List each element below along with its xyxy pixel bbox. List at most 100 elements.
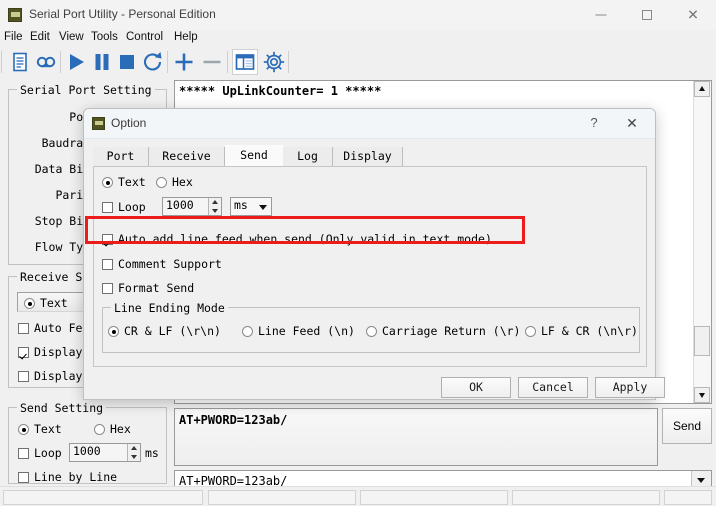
tab-log[interactable]: Log xyxy=(283,147,333,166)
stop-icon[interactable] xyxy=(115,50,139,74)
option-dialog-close-button[interactable]: ✕ xyxy=(615,109,649,137)
radio-indicator xyxy=(366,326,377,337)
radio-label: Hex xyxy=(110,422,131,436)
send-mode-text-radio[interactable]: Text xyxy=(18,422,62,436)
maximize-button[interactable] xyxy=(624,0,670,30)
scroll-down-icon[interactable] xyxy=(694,387,710,403)
spinner-down-icon[interactable] xyxy=(131,455,137,459)
option-dialog-titlebar: Option ? ✕ xyxy=(84,109,655,139)
checkbox-indicator xyxy=(102,202,113,213)
auto-add-line-feed-checkbox[interactable]: Auto add line feed when send (Only valid… xyxy=(102,232,492,246)
send-loop-interval-input[interactable]: 1000 xyxy=(69,443,141,462)
tab-send[interactable]: Send xyxy=(225,145,283,166)
radio-indicator xyxy=(94,424,105,435)
scroll-up-icon[interactable] xyxy=(694,81,710,97)
new-file-icon[interactable] xyxy=(8,50,32,74)
help-button[interactable]: ? xyxy=(579,109,609,137)
menu-edit[interactable]: Edit xyxy=(30,31,50,43)
send-line-by-line-checkbox[interactable]: Line by Line xyxy=(18,470,117,484)
toolbar-separator xyxy=(227,51,228,73)
checkbox-label: Comment Support xyxy=(118,257,222,271)
tab-port[interactable]: Port xyxy=(93,147,149,166)
receive-display-checkbox-1[interactable]: Display xyxy=(18,345,82,359)
send-format-hex-radio[interactable]: Hex xyxy=(156,175,193,189)
tab-receive[interactable]: Receive xyxy=(149,147,225,166)
app-icon xyxy=(8,8,22,22)
send-button[interactable]: Send xyxy=(662,408,712,444)
spinner-up-icon[interactable] xyxy=(212,200,218,204)
checkbox-label: Display xyxy=(34,345,83,359)
status-cell-3 xyxy=(360,490,508,505)
play-icon[interactable] xyxy=(64,50,88,74)
close-button[interactable]: ✕ xyxy=(670,0,716,30)
comment-support-checkbox[interactable]: Comment Support xyxy=(102,257,222,271)
checkbox-indicator xyxy=(102,259,113,270)
option-loop-unit-value: ms xyxy=(234,198,248,212)
radio-label: Carriage Return (\r) xyxy=(382,324,521,338)
tab-display[interactable]: Display xyxy=(333,147,403,166)
checkbox-indicator xyxy=(102,234,113,245)
remove-icon[interactable] xyxy=(200,50,224,74)
window-titlebar: Serial Port Utility - Personal Edition ✕ xyxy=(0,0,716,31)
window-title: Serial Port Utility - Personal Edition xyxy=(29,7,216,21)
pause-icon[interactable] xyxy=(90,50,114,74)
send-format-text-radio[interactable]: Text xyxy=(102,175,146,189)
toolbar-separator xyxy=(167,51,168,73)
checkbox-label: Loop xyxy=(34,446,62,460)
receive-display-text: ***** UpLinkCounter= 1 ***** xyxy=(179,84,382,98)
toolbar-separator xyxy=(60,51,61,73)
menu-file[interactable]: File xyxy=(4,31,23,43)
line-ending-lf-radio[interactable]: Line Feed (\n) xyxy=(242,324,355,338)
status-cell-2 xyxy=(208,490,356,505)
line-ending-mode-group: Line Ending Mode CR & LF (\r\n) Line Fee… xyxy=(102,301,640,353)
menu-tools[interactable]: Tools xyxy=(91,31,118,43)
menu-control[interactable]: Control xyxy=(126,31,163,43)
option-dialog: Option ? ✕ Port Receive Send Log Display… xyxy=(83,108,665,400)
receive-auto-feed-checkbox[interactable]: Auto Fe xyxy=(18,321,82,335)
scrollbar-thumb[interactable] xyxy=(694,326,710,356)
send-loop-checkbox[interactable]: Loop xyxy=(18,446,62,460)
line-ending-crlf-radio[interactable]: CR & LF (\r\n) xyxy=(108,324,221,338)
toolbar xyxy=(0,46,716,79)
serial-port-setting-title: Serial Port Setting xyxy=(17,83,155,97)
radio-label: Text xyxy=(34,422,62,436)
ok-button[interactable]: OK xyxy=(441,377,511,398)
line-ending-cr-radio[interactable]: Carriage Return (\r) xyxy=(366,324,520,338)
option-dialog-icon xyxy=(92,117,105,130)
apply-button[interactable]: Apply xyxy=(595,377,665,398)
spinner-arrows[interactable] xyxy=(127,444,140,461)
menu-help[interactable]: Help xyxy=(174,31,198,43)
menu-view[interactable]: View xyxy=(59,31,84,43)
send-loop-unit-label: ms xyxy=(145,446,159,460)
record-icon[interactable] xyxy=(34,50,58,74)
checkbox-indicator xyxy=(18,448,29,459)
add-icon[interactable] xyxy=(172,50,196,74)
option-loop-checkbox[interactable]: Loop xyxy=(102,200,146,214)
send-loop-interval-value: 1000 xyxy=(73,444,101,458)
send-input-area[interactable]: AT+PWORD=123ab/ xyxy=(174,408,658,466)
option-loop-unit-combo[interactable]: ms xyxy=(230,197,272,216)
option-tabstrip: Port Receive Send Log Display xyxy=(93,145,647,166)
minimize-button[interactable] xyxy=(578,0,624,30)
line-ending-lfcr-radio[interactable]: LF & CR (\n\r) xyxy=(525,324,638,338)
spinner-up-icon[interactable] xyxy=(131,446,137,450)
format-send-checkbox[interactable]: Format Send xyxy=(102,281,194,295)
radio-indicator xyxy=(24,298,35,309)
radio-label: Line Feed (\n) xyxy=(258,324,355,338)
receive-display-checkbox-2[interactable]: Display xyxy=(18,369,82,383)
chevron-down-icon[interactable] xyxy=(259,205,267,210)
send-mode-hex-radio[interactable]: Hex xyxy=(94,422,131,436)
toolbar-separator xyxy=(1,51,2,73)
cancel-button[interactable]: Cancel xyxy=(518,377,588,398)
send-setting-title: Send Setting xyxy=(17,401,107,415)
toolbar-separator xyxy=(288,51,289,73)
refresh-icon[interactable] xyxy=(141,50,165,74)
layout-panel-icon[interactable] xyxy=(232,49,258,75)
spinner-down-icon[interactable] xyxy=(212,209,218,213)
option-loop-interval-input[interactable]: 1000 xyxy=(162,197,222,216)
receive-scrollbar[interactable] xyxy=(693,81,711,403)
settings-gear-icon[interactable] xyxy=(262,50,286,74)
spinner-arrows[interactable] xyxy=(208,198,221,215)
checkbox-label: Loop xyxy=(118,200,146,214)
receive-mode-text[interactable]: Text xyxy=(24,296,68,310)
